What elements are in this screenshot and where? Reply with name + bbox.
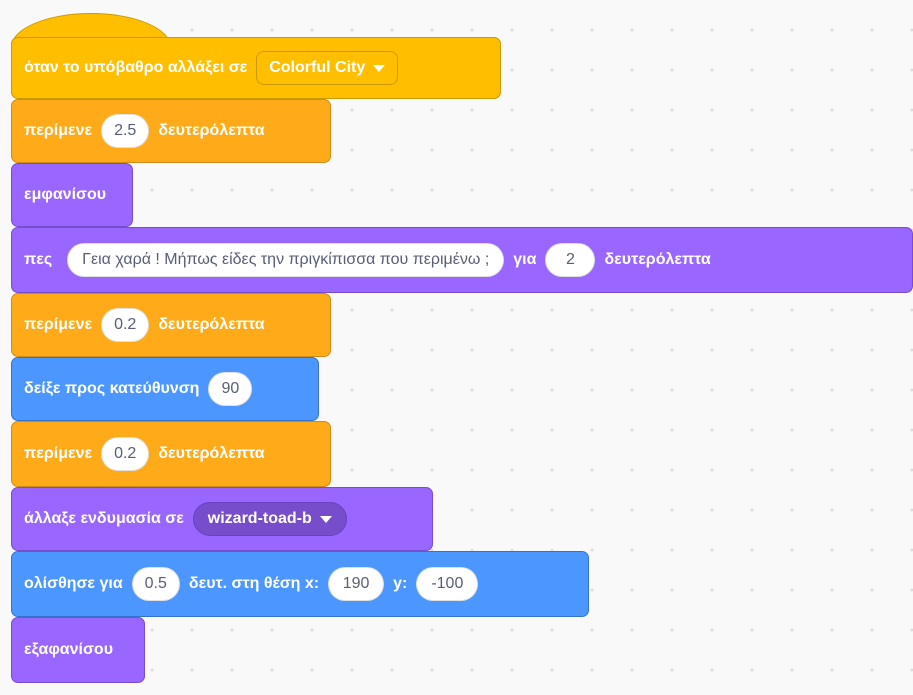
seconds-input[interactable]: 0.2 — [101, 308, 150, 342]
show-block[interactable]: εμφανίσου — [11, 163, 133, 227]
y-input[interactable]: -100 — [416, 567, 479, 601]
switch-costume-block[interactable]: άλλαξε ενδυμασία σε wizard-toad-b — [11, 487, 433, 551]
block-label: περίμενε — [24, 445, 93, 462]
block-suffix: δευτερόλεπτα — [604, 251, 711, 268]
wait-block[interactable]: περίμενε 0.2 δευτερόλεπτα — [11, 293, 331, 357]
when-backdrop-switches-block[interactable]: όταν το υπόβαθρο αλλάξει σε Colorful Cit… — [11, 37, 501, 99]
seconds-input[interactable]: 2 — [545, 243, 596, 277]
block-label: εξαφανίσου — [24, 641, 114, 658]
glide-to-xy-block[interactable]: ολίσθησε για 0.5 δευτ. στη θέση x: 190 y… — [11, 551, 589, 617]
wait-block[interactable]: περίμενε 0.2 δευτερόλεπτα — [11, 421, 331, 487]
block-label: δείξε προς κατεύθυνση — [24, 380, 200, 397]
backdrop-dropdown[interactable]: Colorful City — [256, 51, 399, 85]
hide-block[interactable]: εξαφανίσου — [11, 617, 145, 683]
block-label: εμφανίσου — [24, 186, 107, 203]
block-label: πες — [24, 251, 53, 268]
direction-input[interactable]: 90 — [208, 372, 253, 406]
block-label: περίμενε — [24, 122, 93, 139]
point-in-direction-block[interactable]: δείξε προς κατεύθυνση 90 — [11, 357, 319, 421]
message-input[interactable]: Γεια χαρά ! Μήπως είδες την πριγκίπισσα … — [67, 243, 505, 277]
seconds-input[interactable]: 0.5 — [131, 567, 180, 601]
block-label: άλλαξε ενδυμασία σε — [24, 510, 184, 527]
block-suffix: δευτερόλεπτα — [158, 122, 265, 139]
block-mid-label: δευτ. στη θέση x: — [188, 575, 320, 592]
wait-block[interactable]: περίμενε 2.5 δευτερόλεπτα — [11, 99, 331, 163]
chevron-down-icon — [319, 515, 332, 523]
x-input[interactable]: 190 — [328, 567, 385, 601]
block-suffix: δευτερόλεπτα — [158, 445, 265, 462]
say-for-secs-block[interactable]: πες Γεια χαρά ! Μήπως είδες την πριγκίπι… — [11, 227, 913, 293]
costume-dropdown[interactable]: wizard-toad-b — [192, 502, 347, 536]
block-label: ολίσθησε για — [24, 575, 123, 592]
chevron-down-icon — [373, 64, 386, 72]
block-label: περίμενε — [24, 316, 93, 333]
seconds-input[interactable]: 2.5 — [101, 114, 150, 148]
dropdown-value: wizard-toad-b — [207, 510, 312, 527]
block-suffix: δευτερόλεπτα — [158, 316, 265, 333]
y-label: y: — [393, 575, 408, 592]
seconds-input[interactable]: 0.2 — [101, 437, 150, 471]
block-mid-label: για — [513, 251, 537, 268]
block-label: όταν το υπόβαθρο αλλάξει σε — [24, 59, 248, 76]
dropdown-value: Colorful City — [269, 59, 366, 76]
